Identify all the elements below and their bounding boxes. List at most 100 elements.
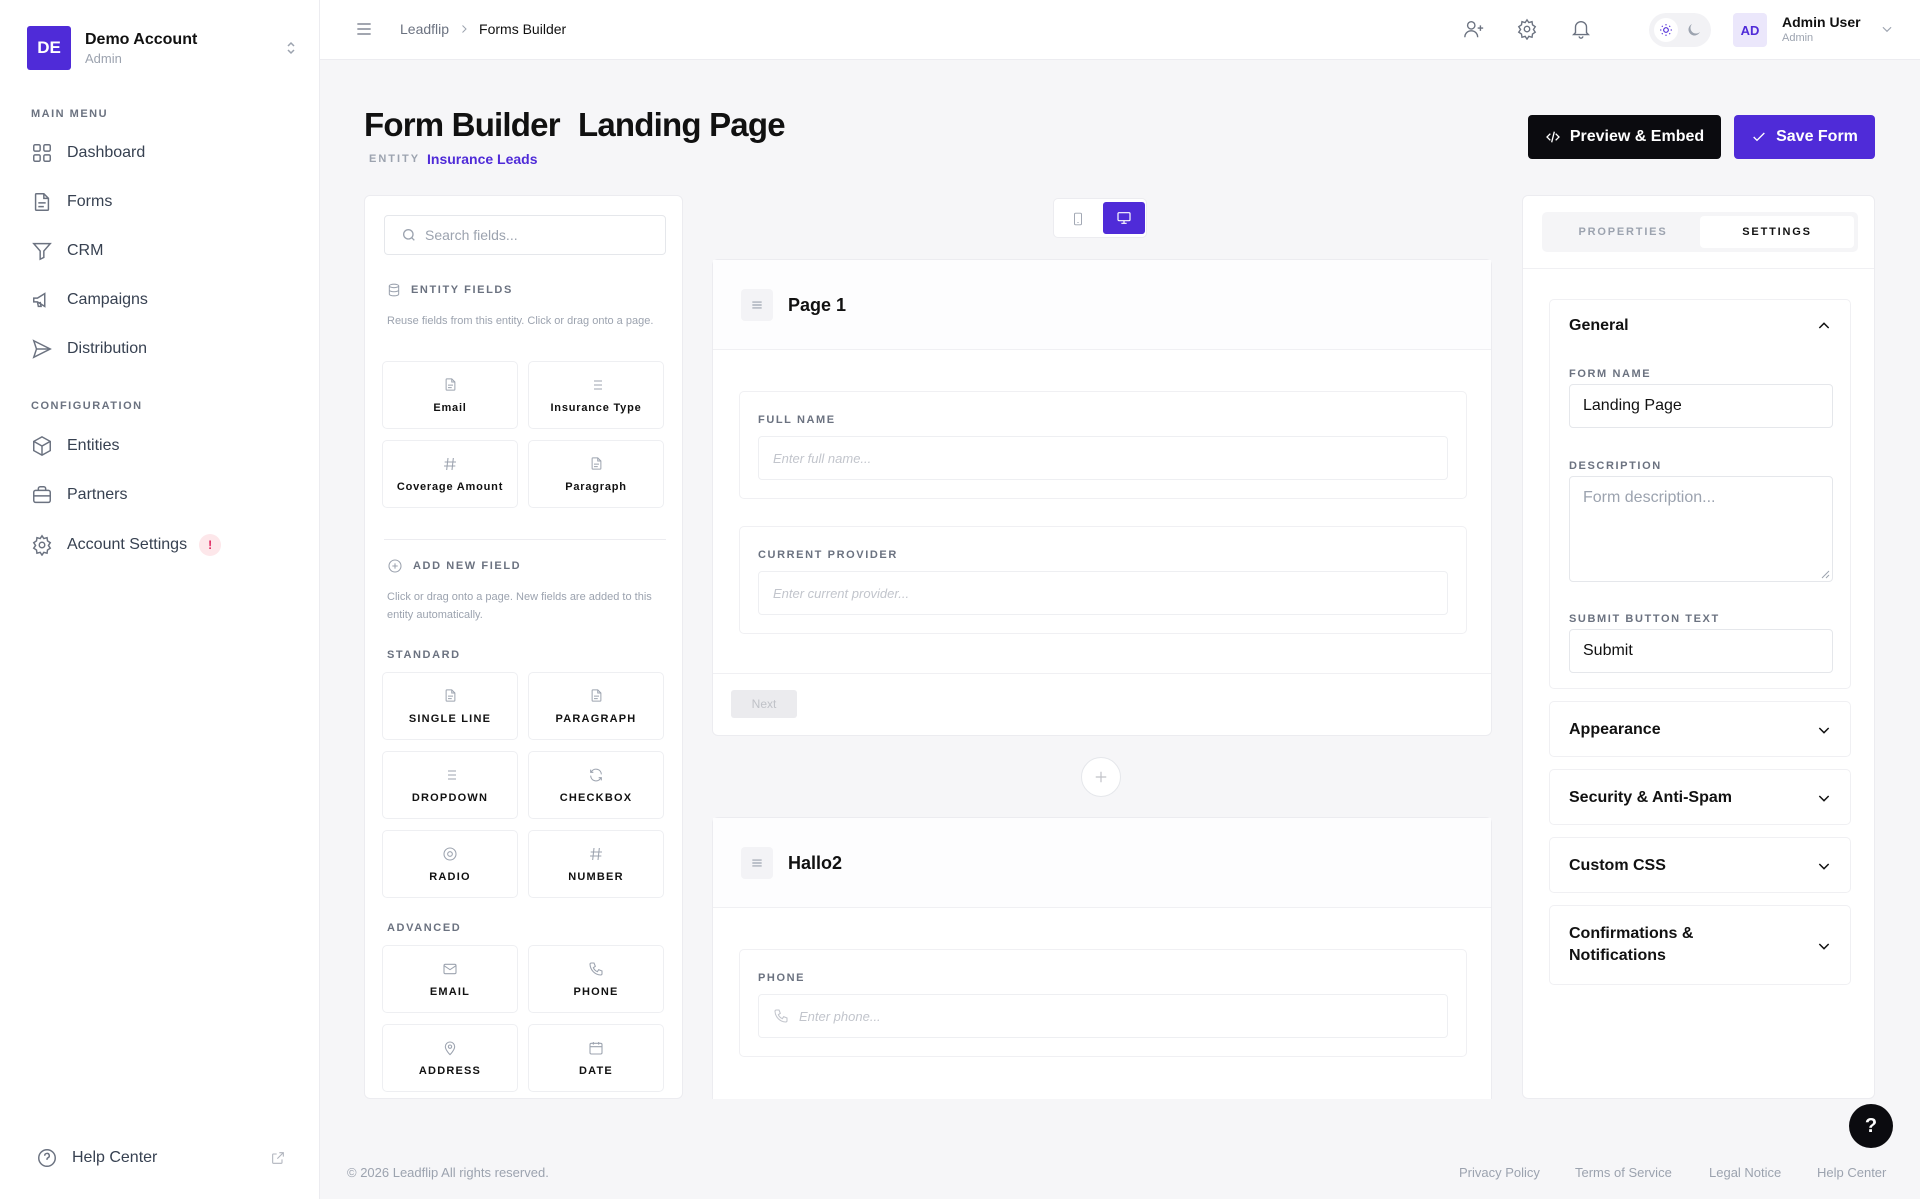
field-date[interactable]: DATE: [528, 1024, 664, 1092]
radio-icon: [442, 846, 458, 862]
general-section-title[interactable]: General: [1569, 315, 1629, 337]
page-title[interactable]: Hallo2: [788, 853, 842, 874]
sidebar-item-forms[interactable]: Forms: [31, 190, 112, 214]
security-section-title: Security & Anti-Spam: [1569, 789, 1732, 806]
sidebar-item-campaigns[interactable]: Campaigns: [31, 288, 148, 312]
confirmations-section-title: Confirmations & Notifications: [1569, 925, 1694, 964]
configuration-label: CONFIGURATION: [31, 400, 143, 412]
panel-tabs: PROPERTIES SETTINGS: [1542, 212, 1858, 252]
refresh-icon: [588, 767, 604, 783]
sidebar-item-partners[interactable]: Partners: [31, 483, 127, 507]
file-icon: [31, 191, 53, 213]
hamburger-menu-icon[interactable]: [354, 19, 374, 39]
entity-fields-heading: ENTITY FIELDS: [387, 282, 513, 298]
field-number[interactable]: NUMBER: [528, 830, 664, 898]
save-form-button[interactable]: Save Form: [1734, 115, 1875, 159]
form-field-current-provider[interactable]: CURRENT PROVIDER Enter current provider.…: [739, 526, 1467, 634]
field-phone[interactable]: PHONE: [528, 945, 664, 1013]
breadcrumb-current: Forms Builder: [479, 21, 567, 37]
footer-help-center[interactable]: Help Center: [1817, 1165, 1886, 1180]
field-label: FULL NAME: [758, 414, 836, 426]
sidebar-item-label: Forms: [67, 193, 113, 210]
theme-toggle[interactable]: [1649, 13, 1711, 47]
resize-handle-icon[interactable]: [1820, 569, 1830, 579]
next-button[interactable]: Next: [731, 690, 797, 718]
tab-properties[interactable]: PROPERTIES: [1546, 216, 1700, 248]
account-avatar: DE: [27, 26, 71, 70]
field-paragraph[interactable]: PARAGRAPH: [528, 672, 664, 740]
add-page-button[interactable]: [1081, 757, 1121, 797]
entity-label: ENTITY: [369, 153, 421, 165]
security-section[interactable]: Security & Anti-Spam: [1549, 769, 1851, 825]
field-checkbox[interactable]: CHECKBOX: [528, 751, 664, 819]
box-icon: [31, 435, 53, 457]
question-circle-icon: [36, 1147, 58, 1169]
sidebar-item-entities[interactable]: Entities: [31, 434, 119, 458]
description-label: DESCRIPTION: [1569, 460, 1662, 472]
chevron-up-icon[interactable]: [1816, 318, 1832, 334]
sidebar-item-label: CRM: [67, 242, 104, 259]
chevron-down-icon[interactable]: [1880, 22, 1894, 36]
drag-handle-icon[interactable]: [741, 289, 773, 321]
help-fab-button[interactable]: ?: [1849, 1104, 1893, 1148]
file-icon: [443, 687, 458, 704]
entity-field-insurance-type[interactable]: Insurance Type: [528, 361, 664, 429]
search-fields-input[interactable]: Search fields...: [384, 215, 666, 255]
help-center-link[interactable]: Help Center: [36, 1147, 286, 1169]
phone-input[interactable]: Enter phone...: [758, 994, 1448, 1038]
entity-field-coverage-amount[interactable]: Coverage Amount: [382, 440, 518, 508]
submit-button-text-input[interactable]: Submit: [1569, 629, 1833, 673]
desktop-icon[interactable]: [1103, 202, 1145, 234]
description-textarea[interactable]: Form description...: [1569, 476, 1833, 582]
sidebar-item-account-settings[interactable]: Account Settings !: [31, 533, 222, 557]
field-radio[interactable]: RADIO: [382, 830, 518, 898]
top-bar: Leadflip Forms Builder AD Admin User Adm…: [320, 0, 1920, 60]
entity-field-email[interactable]: Email: [382, 361, 518, 429]
save-form-label: Save Form: [1776, 128, 1858, 145]
field-email[interactable]: EMAIL: [382, 945, 518, 1013]
account-switcher[interactable]: DE Demo Account Admin: [27, 26, 297, 70]
field-single-line[interactable]: SINGLE LINE: [382, 672, 518, 740]
footer-legal-notice[interactable]: Legal Notice: [1709, 1165, 1781, 1180]
entity-link[interactable]: Insurance Leads: [427, 151, 538, 167]
form-field-phone[interactable]: PHONE Enter phone...: [739, 949, 1467, 1057]
page-title: Form Builder: [364, 106, 561, 143]
appearance-section[interactable]: Appearance: [1549, 701, 1851, 757]
entity-field-paragraph[interactable]: Paragraph: [528, 440, 664, 508]
current-provider-input[interactable]: Enter current provider...: [758, 571, 1448, 615]
confirmations-section[interactable]: Confirmations & Notifications: [1549, 905, 1851, 985]
breadcrumb-leadflip[interactable]: Leadflip: [400, 21, 449, 37]
sidebar-item-dashboard[interactable]: Dashboard: [31, 141, 145, 165]
sidebar-item-distribution[interactable]: Distribution: [31, 337, 147, 361]
footer-terms-of-service[interactable]: Terms of Service: [1575, 1165, 1672, 1180]
sidebar-item-label: Distribution: [67, 340, 148, 357]
sun-icon[interactable]: [1654, 18, 1678, 42]
field-address[interactable]: ADDRESS: [382, 1024, 518, 1092]
full-name-input[interactable]: Enter full name...: [758, 436, 1448, 480]
divider: [713, 673, 1491, 674]
divider: [384, 539, 666, 540]
add-user-icon[interactable]: [1463, 18, 1485, 40]
sidebar-item-label: Dashboard: [67, 144, 146, 161]
phone-icon: [774, 1009, 788, 1023]
copyright: © 2026 Leadflip All rights reserved.: [347, 1165, 549, 1180]
file-icon: [443, 376, 458, 393]
user-avatar[interactable]: AD: [1733, 13, 1767, 47]
grid-icon: [31, 142, 53, 164]
tab-settings[interactable]: SETTINGS: [1700, 216, 1854, 248]
moon-icon[interactable]: [1685, 21, 1703, 39]
bell-icon[interactable]: [1570, 18, 1592, 40]
custom-css-section[interactable]: Custom CSS: [1549, 837, 1851, 893]
mobile-icon[interactable]: [1071, 209, 1085, 229]
field-dropdown[interactable]: DROPDOWN: [382, 751, 518, 819]
sidebar: DE Demo Account Admin MAIN MENU Dashboar…: [0, 0, 320, 1199]
page-title[interactable]: Page 1: [788, 295, 846, 316]
form-field-full-name[interactable]: FULL NAME Enter full name...: [739, 391, 1467, 499]
footer-privacy-policy[interactable]: Privacy Policy: [1459, 1165, 1540, 1180]
preview-embed-button[interactable]: Preview & Embed: [1528, 115, 1721, 159]
drag-handle-icon[interactable]: [741, 847, 773, 879]
sidebar-item-crm[interactable]: CRM: [31, 239, 103, 263]
gear-icon[interactable]: [1516, 18, 1538, 40]
sidebar-item-label: Entities: [67, 437, 120, 454]
form-name-input[interactable]: Landing Page: [1569, 384, 1833, 428]
